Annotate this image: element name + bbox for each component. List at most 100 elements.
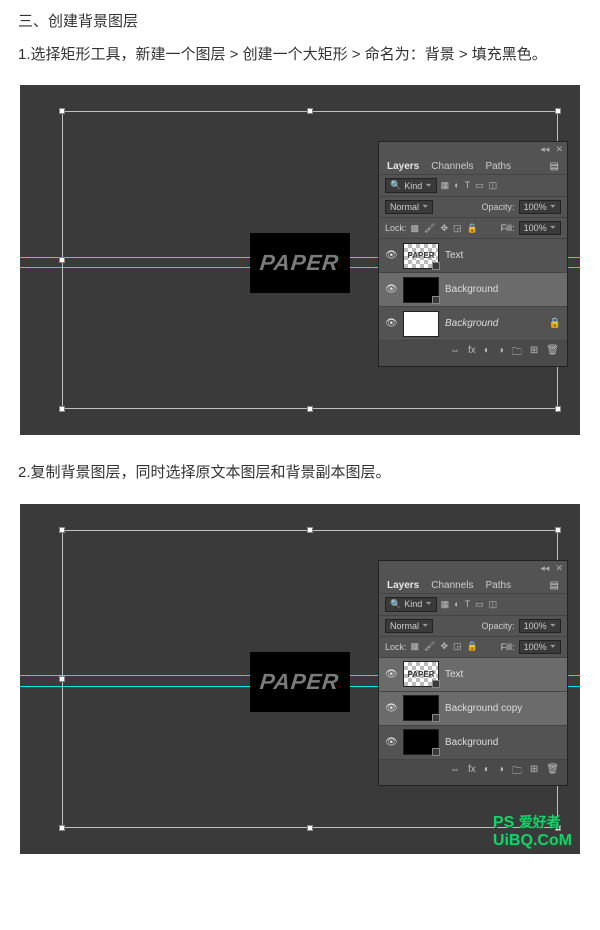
trash-icon[interactable]: 🗑: [546, 345, 559, 362]
lock-trans-icon[interactable]: ▩: [411, 641, 420, 652]
layer-item-text[interactable]: 👁 PAPER Text: [379, 238, 567, 272]
lock-artboard-icon[interactable]: ◲: [453, 641, 462, 652]
filter-adjust-icon[interactable]: ◐: [454, 599, 459, 610]
filter-type-icon[interactable]: T: [465, 599, 471, 610]
tab-paths[interactable]: Paths: [486, 580, 512, 591]
adjustment-icon[interactable]: ◑: [498, 764, 504, 781]
fx-icon[interactable]: fx: [468, 345, 476, 362]
opacity-value[interactable]: 100%⏷: [519, 200, 561, 214]
layer-name[interactable]: Background: [445, 284, 498, 295]
tab-channels[interactable]: Channels: [431, 580, 473, 591]
layer-item-text[interactable]: 👁 PAPER Text: [379, 657, 567, 691]
tab-layers[interactable]: Layers: [387, 580, 419, 591]
resize-handle[interactable]: [59, 527, 65, 533]
visibility-icon[interactable]: 👁: [385, 669, 397, 680]
resize-handle[interactable]: [307, 527, 313, 533]
fill-value[interactable]: 100%⏷: [519, 221, 561, 235]
resize-handle[interactable]: [307, 825, 313, 831]
layer-name[interactable]: Background: [445, 318, 498, 329]
filter-kind-select[interactable]: 🔍Kind⏷: [385, 597, 437, 612]
layer-item-background[interactable]: 👁 Background: [379, 725, 567, 759]
fx-icon[interactable]: fx: [468, 764, 476, 781]
visibility-icon[interactable]: 👁: [385, 250, 397, 261]
panel-menu-icon[interactable]: ▤: [550, 161, 559, 172]
layer-name[interactable]: Background copy: [445, 703, 522, 714]
filter-shape-icon[interactable]: ▭: [475, 180, 484, 191]
link-icon[interactable]: ⇔: [450, 345, 460, 362]
resize-handle[interactable]: [59, 257, 65, 263]
resize-handle[interactable]: [307, 406, 313, 412]
visibility-icon[interactable]: 👁: [385, 284, 397, 295]
section-heading: 三、创建背景图层: [0, 0, 600, 37]
resize-handle[interactable]: [59, 825, 65, 831]
filter-pixel-icon[interactable]: ▦: [441, 180, 450, 191]
watermark: PS 爱好者 UiBQ.CoM: [493, 812, 572, 850]
close-icon[interactable]: ✕: [555, 563, 563, 574]
filter-smart-icon[interactable]: ◫: [489, 599, 498, 610]
lock-pos-icon[interactable]: ✥: [440, 223, 448, 234]
layer-thumb: [403, 311, 439, 337]
watermark-site: UiBQ.CoM: [493, 832, 572, 849]
panel-collapse-icon[interactable]: ◂◂: [540, 563, 549, 574]
lock-artboard-icon[interactable]: ◲: [453, 223, 462, 234]
blend-mode-select[interactable]: Normal⏷: [385, 619, 433, 633]
link-icon[interactable]: ⇔: [450, 764, 460, 781]
opacity-label: Opacity:: [482, 621, 515, 631]
filter-adjust-icon[interactable]: ◐: [454, 180, 459, 191]
layer-name[interactable]: Background: [445, 737, 498, 748]
adjustment-icon[interactable]: ◑: [498, 345, 504, 362]
layer-thumb: [403, 277, 439, 303]
trash-icon[interactable]: 🗑: [546, 764, 559, 781]
resize-handle[interactable]: [59, 108, 65, 114]
lock-paint-icon[interactable]: 🖌: [424, 641, 435, 652]
layer-thumb: PAPER: [403, 243, 439, 269]
close-icon[interactable]: ✕: [555, 144, 563, 155]
new-layer-icon[interactable]: ⊞: [530, 345, 538, 362]
screenshot-2: PAPER ◂◂ ✕ Layers Channels Paths ▤ 🔍Kind…: [20, 504, 580, 854]
tab-paths[interactable]: Paths: [486, 161, 512, 172]
filter-smart-icon[interactable]: ◫: [489, 180, 498, 191]
panel-collapse-icon[interactable]: ◂◂: [540, 144, 549, 155]
filter-type-icon[interactable]: T: [465, 180, 471, 191]
watermark-cn: 爱好者: [519, 814, 561, 830]
fill-label: Fill:: [501, 223, 515, 233]
fill-value[interactable]: 100%⏷: [519, 640, 561, 654]
group-icon[interactable]: 🗀: [512, 764, 522, 781]
tab-layers[interactable]: Layers: [387, 161, 419, 172]
resize-handle[interactable]: [59, 406, 65, 412]
layers-panel: ◂◂ ✕ Layers Channels Paths ▤ 🔍Kind⏷ ▦ ◐ …: [378, 141, 568, 367]
tab-channels[interactable]: Channels: [431, 161, 473, 172]
visibility-icon[interactable]: 👁: [385, 703, 397, 714]
resize-handle[interactable]: [307, 108, 313, 114]
mask-icon[interactable]: ◐: [484, 764, 490, 781]
opacity-value[interactable]: 100%⏷: [519, 619, 561, 633]
filter-kind-select[interactable]: 🔍Kind⏷: [385, 178, 437, 193]
layer-name[interactable]: Text: [445, 250, 463, 261]
lock-paint-icon[interactable]: 🖌: [424, 223, 435, 234]
visibility-icon[interactable]: 👁: [385, 318, 397, 329]
lock-label: Lock:: [385, 223, 407, 233]
resize-handle[interactable]: [555, 108, 561, 114]
panel-menu-icon[interactable]: ▤: [550, 580, 559, 591]
layer-item-background[interactable]: 👁 Background: [379, 272, 567, 306]
filter-pixel-icon[interactable]: ▦: [441, 599, 450, 610]
resize-handle[interactable]: [555, 406, 561, 412]
blend-mode-select[interactable]: Normal⏷: [385, 200, 433, 214]
lock-trans-icon[interactable]: ▩: [411, 223, 420, 234]
visibility-icon[interactable]: 👁: [385, 737, 397, 748]
mask-icon[interactable]: ◐: [484, 345, 490, 362]
resize-handle[interactable]: [59, 676, 65, 682]
resize-handle[interactable]: [555, 527, 561, 533]
lock-all-icon[interactable]: 🔒: [467, 641, 478, 652]
new-layer-icon[interactable]: ⊞: [530, 764, 538, 781]
canvas-paper-text: PAPER: [259, 250, 341, 276]
layer-item-background-locked[interactable]: 👁 Background 🔒: [379, 306, 567, 340]
lock-all-icon[interactable]: 🔒: [467, 223, 478, 234]
layer-item-background-copy[interactable]: 👁 Background copy: [379, 691, 567, 725]
lock-label: Lock:: [385, 642, 407, 652]
filter-shape-icon[interactable]: ▭: [475, 599, 484, 610]
group-icon[interactable]: 🗀: [512, 345, 522, 362]
layer-name[interactable]: Text: [445, 669, 463, 680]
lock-pos-icon[interactable]: ✥: [440, 641, 448, 652]
layers-panel: ◂◂ ✕ Layers Channels Paths ▤ 🔍Kind⏷ ▦ ◐ …: [378, 560, 568, 786]
